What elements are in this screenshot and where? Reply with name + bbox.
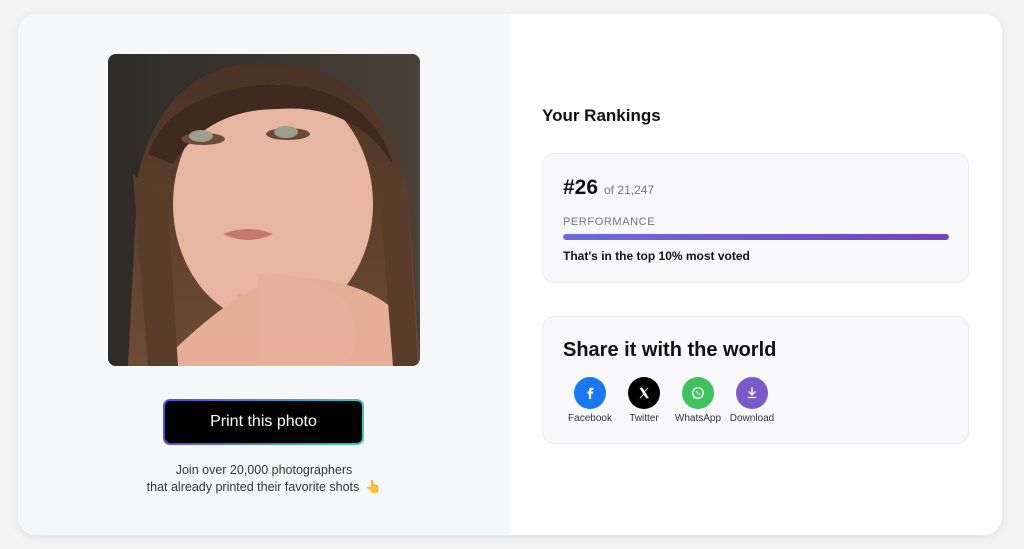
photo-panel: Print this photo Join over 20,000 photog… xyxy=(18,14,510,535)
download-button[interactable]: Download xyxy=(725,377,779,424)
facebook-icon xyxy=(574,377,606,409)
rankings-title: Your Rankings xyxy=(542,106,661,125)
share-twitter-label: Twitter xyxy=(629,413,659,424)
join-line-2-text: that already printed their favorite shot… xyxy=(146,480,360,494)
performance-label: PERFORMANCE xyxy=(563,216,656,228)
share-whatsapp-button[interactable]: WhatsApp xyxy=(671,377,725,424)
ranking-card: #26 of 21,247 PERFORMANCE That's in the … xyxy=(542,153,969,283)
rankings-panel: Your Rankings #26 of 21,247 PERFORMANCE … xyxy=(510,14,1002,535)
share-facebook-label: Facebook xyxy=(568,413,612,424)
rank-line: #26 of 21,247 xyxy=(563,176,654,200)
download-icon xyxy=(736,377,768,409)
rank-number: #26 xyxy=(563,176,599,199)
share-twitter-button[interactable]: Twitter xyxy=(617,377,671,424)
x-icon xyxy=(628,377,660,409)
share-title: Share it with the world xyxy=(563,339,777,361)
performance-bar xyxy=(563,234,949,240)
join-line-1: Join over 20,000 photographers xyxy=(175,463,353,477)
join-line-2: that already printed their favorite shot… xyxy=(18,479,510,496)
portrait-photo xyxy=(108,54,420,366)
whatsapp-icon xyxy=(682,377,714,409)
share-buttons: Facebook Twitter WhatsApp Download xyxy=(563,377,779,424)
join-message: Join over 20,000 photographers that alre… xyxy=(18,462,510,496)
performance-text: That's in the top 10% most voted xyxy=(563,249,750,263)
share-facebook-button[interactable]: Facebook xyxy=(563,377,617,424)
performance-bar-fill xyxy=(563,234,949,240)
share-whatsapp-label: WhatsApp xyxy=(674,413,722,424)
pointing-hand-icon: 👆 xyxy=(365,480,382,494)
result-card: Print this photo Join over 20,000 photog… xyxy=(18,14,1002,535)
print-photo-button[interactable]: Print this photo xyxy=(163,399,364,445)
download-label: Download xyxy=(729,413,775,424)
share-card: Share it with the world Facebook Twitter xyxy=(542,316,969,444)
rank-total: of 21,247 xyxy=(604,183,655,197)
